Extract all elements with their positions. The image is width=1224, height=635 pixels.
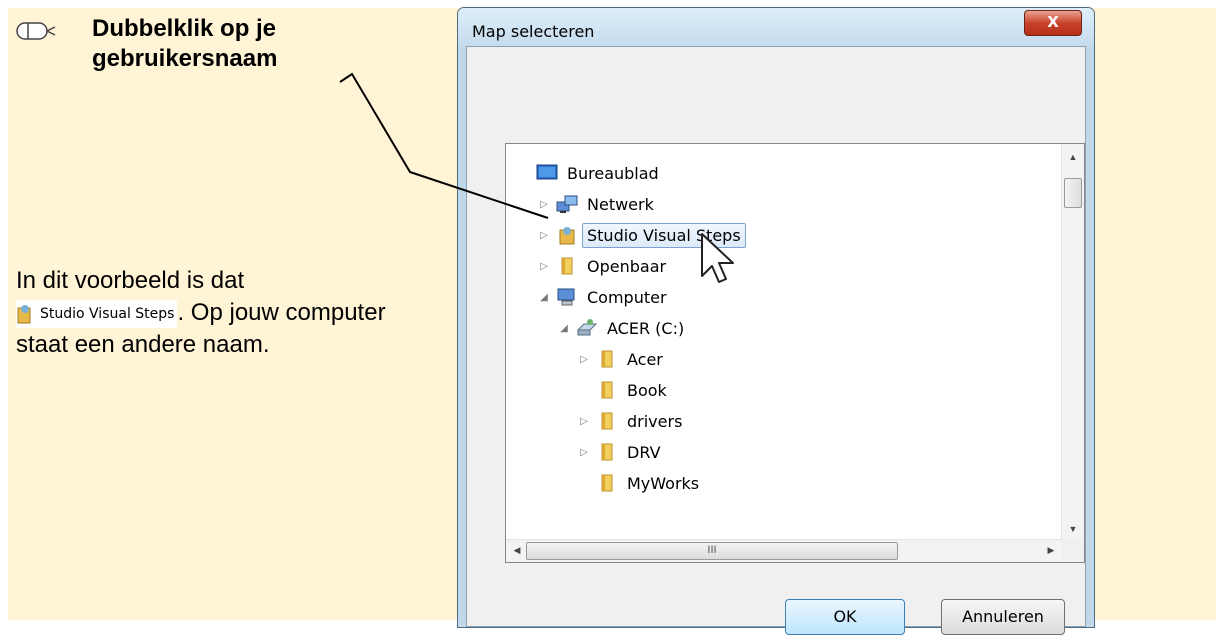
inline-user-folder: Studio Visual Steps	[16, 299, 178, 328]
scroll-up-icon[interactable]: ▲	[1062, 152, 1084, 162]
vertical-scroll-thumb[interactable]	[1064, 178, 1082, 208]
dialog-titlebar[interactable]: Map selecteren X	[458, 8, 1094, 46]
expand-arrow-icon[interactable]: ▷	[576, 444, 592, 460]
scroll-down-icon[interactable]: ▼	[1062, 524, 1084, 534]
dialog-client-area: Bureaublad ▷ Netwerk ▷ Studio Visual Steps ▷ O…	[466, 46, 1086, 635]
tree-item[interactable]: Bureaublad	[516, 158, 664, 188]
user-folder-icon	[17, 304, 31, 324]
explanation-prefix: In dit voorbeeld is dat	[16, 267, 245, 294]
folder-icon	[596, 442, 622, 462]
folder-icon	[556, 256, 582, 276]
close-button[interactable]: X	[1024, 10, 1082, 36]
scroll-right-icon[interactable]: ▶	[1040, 545, 1062, 556]
tree-item[interactable]: ▷ Acer	[576, 344, 668, 374]
tree-item-label: Book	[627, 380, 667, 400]
tree-item-label: drivers	[627, 411, 683, 431]
tree-item-label: Bureaublad	[567, 163, 659, 183]
tree-item[interactable]: ▷ Openbaar	[536, 251, 671, 281]
tree-item[interactable]: ▷ drivers	[576, 406, 687, 436]
folder-icon	[596, 473, 622, 493]
tree-item-label: Computer	[587, 287, 667, 307]
mouse-double-click-icon	[16, 22, 56, 40]
vertical-scrollbar[interactable]: ▲ ▼	[1061, 144, 1084, 540]
instruction-line-2: gebruikersnaam	[92, 45, 278, 72]
folder-icon	[596, 380, 622, 400]
computer-icon	[556, 287, 582, 307]
tree-item[interactable]: MyWorks	[576, 468, 704, 498]
tree-item[interactable]: ◢ ACER (C:)	[556, 313, 689, 343]
scrollbar-corner	[1062, 540, 1084, 562]
expand-arrow-icon[interactable]: ▷	[536, 258, 552, 274]
tree-item-label: Openbaar	[587, 256, 667, 276]
expand-arrow-icon[interactable]: ▷	[536, 227, 552, 243]
tree-item[interactable]: ▷ Netwerk	[536, 189, 659, 219]
folder-icon	[596, 411, 622, 431]
expand-arrow-icon[interactable]: ▷	[576, 351, 592, 367]
folder-tree-rows: Bureaublad ▷ Netwerk ▷ Studio Visual Steps ▷ O…	[506, 144, 1062, 540]
no-expander	[576, 475, 592, 491]
folder-tree[interactable]: Bureaublad ▷ Netwerk ▷ Studio Visual Steps ▷ O…	[505, 143, 1085, 563]
explanation-text: In dit voorbeeld is dat Studio Visual St…	[16, 265, 416, 361]
folder-select-dialog: Map selecteren X Bureaublad ▷ Netwerk ▷ Stud…	[457, 7, 1095, 635]
horizontal-scroll-thumb[interactable]: III	[526, 542, 898, 560]
cancel-button[interactable]: Annuleren	[941, 599, 1065, 635]
tree-item-label: Acer	[627, 349, 663, 369]
tree-item-label: DRV	[627, 442, 661, 462]
network-icon	[556, 194, 582, 214]
scroll-left-icon[interactable]: ◀	[506, 545, 528, 556]
drive-icon	[576, 318, 602, 338]
desktop-icon	[536, 163, 562, 183]
tree-item-label: MyWorks	[627, 473, 700, 493]
instruction-line-1: Dubbelklik op je	[92, 15, 277, 42]
dialog-title: Map selecteren	[472, 22, 595, 41]
no-expander	[576, 382, 592, 398]
expand-arrow-icon[interactable]: ▷	[576, 413, 592, 429]
horizontal-scrollbar[interactable]: ◀ III ▶	[506, 539, 1062, 562]
instruction-text: Dubbelklik op je gebruikersnaam	[92, 14, 277, 74]
tree-item[interactable]: ▷ DRV	[576, 437, 666, 467]
tree-item[interactable]: Book	[576, 375, 672, 405]
collapse-arrow-icon[interactable]: ◢	[556, 320, 572, 336]
ok-button[interactable]: OK	[785, 599, 905, 635]
expand-arrow-icon[interactable]: ▷	[536, 196, 552, 212]
tree-item[interactable]: ◢ Computer	[536, 282, 672, 312]
folder-icon	[596, 349, 622, 369]
inline-item-label: Studio Visual Steps	[40, 305, 175, 322]
collapse-arrow-icon[interactable]: ◢	[536, 289, 552, 305]
tree-item-label: Netwerk	[587, 194, 654, 214]
tree-item-label: ACER (C:)	[607, 318, 685, 338]
mouse-pointer-icon	[701, 233, 734, 283]
no-expander	[516, 165, 532, 181]
user-folder-icon	[556, 225, 582, 245]
